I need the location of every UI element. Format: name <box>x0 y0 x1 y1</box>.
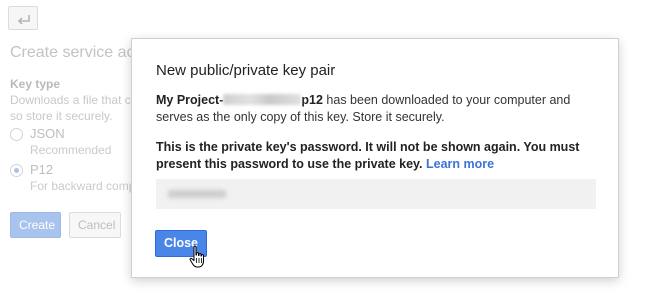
redacted-project-id <box>223 94 302 105</box>
key-type-label: Key type <box>10 77 61 91</box>
back-button[interactable] <box>8 6 38 30</box>
cancel-button[interactable]: Cancel <box>69 212 121 238</box>
radio-json-label: JSON <box>30 126 65 141</box>
radio-json-sub: Recommended <box>30 143 112 157</box>
key-type-desc-line1: Downloads a file that co <box>10 93 138 107</box>
dialog-title: New public/private key pair <box>156 62 336 79</box>
learn-more-link[interactable]: Learn more <box>426 157 494 171</box>
key-pair-dialog: New public/private key pair My Project-p… <box>131 38 619 278</box>
project-name-prefix: My Project- <box>156 93 224 107</box>
redacted-password <box>168 190 226 198</box>
back-arrow-icon <box>17 15 30 24</box>
radio-json[interactable] <box>10 128 23 141</box>
create-button[interactable]: Create <box>10 212 61 238</box>
key-type-desc-line2: so store it securely. <box>10 109 113 123</box>
key-type-description: Downloads a file that co so store it sec… <box>10 92 137 124</box>
radio-p12-sub: For backward compa <box>30 179 143 193</box>
radio-p12-label: P12 <box>30 162 54 177</box>
radio-p12[interactable] <box>10 164 23 177</box>
private-key-password-field[interactable] <box>156 179 596 209</box>
project-name-suffix: p12 <box>301 93 323 107</box>
download-message: My Project-p12 has been downloaded to yo… <box>156 92 604 126</box>
hand-pointer-icon <box>189 245 204 268</box>
radio-option-p12[interactable]: P12 For backward compa <box>10 162 142 194</box>
radio-option-json[interactable]: JSON Recommended <box>10 126 111 158</box>
password-notice: This is the private key's password. It w… <box>156 139 604 173</box>
password-notice-text: This is the private key's password. It w… <box>156 140 580 171</box>
